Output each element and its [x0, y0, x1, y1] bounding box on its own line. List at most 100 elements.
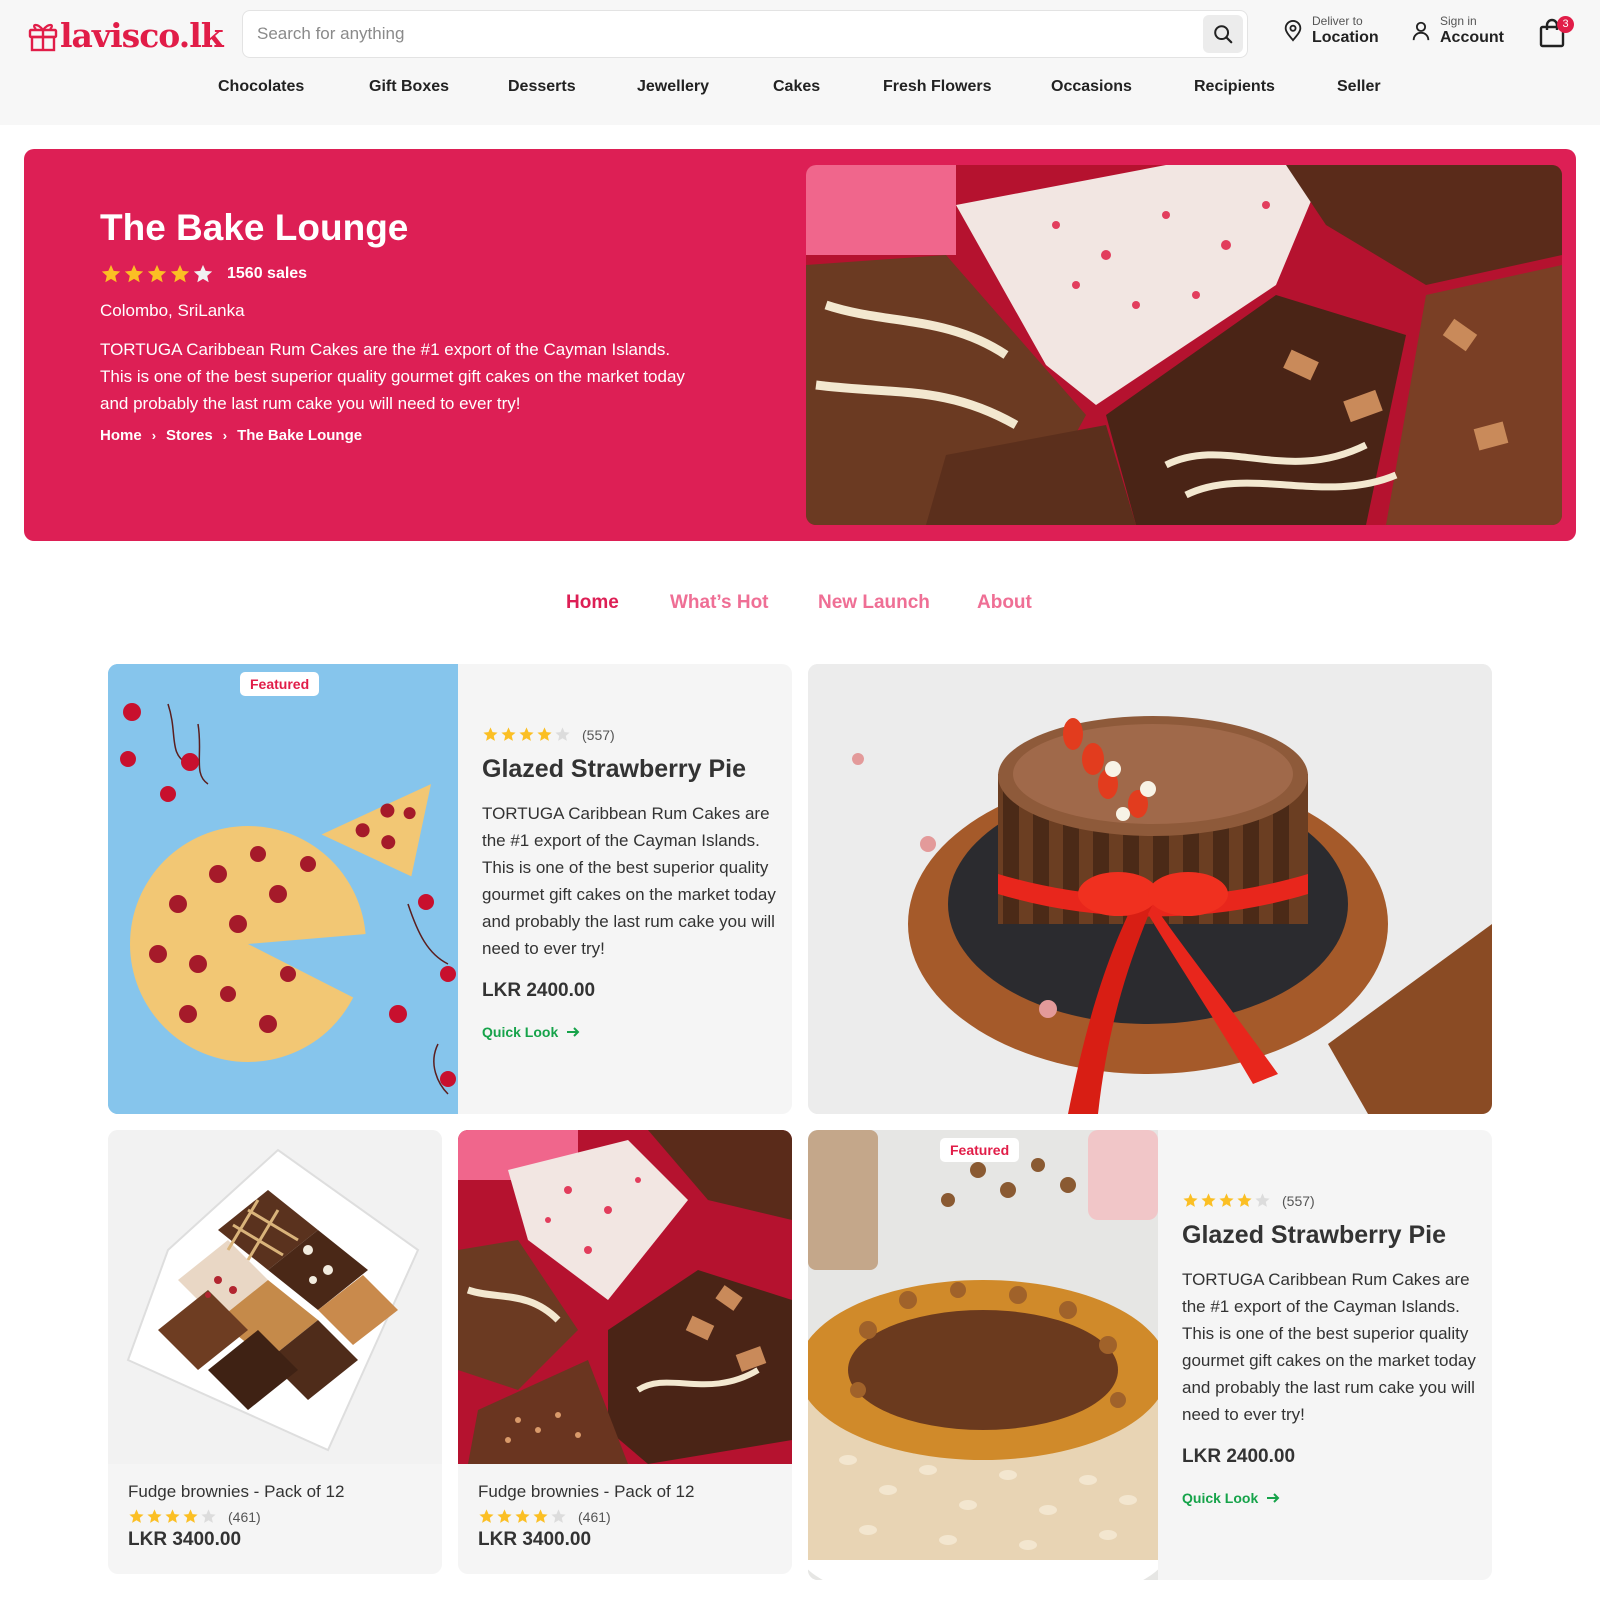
star-icon: [515, 1509, 530, 1523]
nav-item-gift-boxes[interactable]: Gift Boxes: [369, 78, 449, 96]
cart-count-badge: 3: [1557, 16, 1574, 33]
star-icon: [170, 264, 190, 283]
store-banner-image: [806, 165, 1562, 525]
nav-item-seller[interactable]: Seller: [1337, 78, 1381, 96]
search-bar: [242, 10, 1248, 58]
star-icon: [1237, 1193, 1252, 1207]
product-card[interactable]: Fudge brownies - Pack of 12 (461) LKR 34…: [458, 1130, 792, 1574]
star-icon: [483, 727, 498, 741]
gift-icon: [28, 23, 58, 51]
star-icon: [129, 1509, 144, 1523]
store-location: Colombo, SriLanka: [100, 301, 245, 320]
search-icon: [1214, 25, 1233, 44]
breadcrumb-home[interactable]: Home: [100, 427, 142, 444]
star-icon: [147, 264, 167, 283]
store-name: The Bake Lounge: [100, 207, 409, 248]
star-icon: [479, 1509, 494, 1523]
product-rating: (557): [482, 726, 782, 743]
arrow-right-icon: [567, 1027, 580, 1037]
star-icon: [1255, 1193, 1270, 1207]
signin-label: Sign in: [1440, 14, 1477, 28]
nav-item-fresh-flowers[interactable]: Fresh Flowers: [883, 78, 991, 96]
search-input[interactable]: [257, 11, 1177, 57]
product-title[interactable]: Glazed Strawberry Pie: [482, 755, 782, 784]
nav-item-recipients[interactable]: Recipients: [1194, 78, 1275, 96]
product-card[interactable]: Fudge brownies - Pack of 12 (461) LKR 34…: [108, 1130, 442, 1574]
store-rating: 1560 sales: [100, 263, 307, 285]
product-image: [808, 1130, 1158, 1580]
star-icon: [555, 727, 570, 741]
breadcrumb-stores[interactable]: Stores: [166, 427, 213, 444]
quick-look-label: Quick Look: [482, 1024, 559, 1040]
nav-item-desserts[interactable]: Desserts: [508, 78, 576, 96]
product-image-card[interactable]: [808, 664, 1492, 1114]
product-price: LKR 3400.00: [128, 1529, 242, 1550]
user-icon: [1412, 21, 1430, 41]
chevron-right-icon: ›: [222, 428, 228, 443]
search-button[interactable]: [1203, 15, 1243, 53]
product-name[interactable]: Fudge brownies - Pack of 12: [478, 1482, 778, 1502]
product-rating: (461): [478, 1508, 778, 1525]
star-icon: [519, 727, 534, 741]
star-icon: [1201, 1193, 1216, 1207]
quick-look-link[interactable]: Quick Look: [1182, 1490, 1482, 1506]
product-description: TORTUGA Caribbean Rum Cakes are the #1 e…: [1182, 1270, 1476, 1424]
review-count: (461): [228, 1508, 261, 1525]
product-rating: (461): [128, 1508, 428, 1525]
product-description: TORTUGA Caribbean Rum Cakes are the #1 e…: [482, 804, 776, 958]
product-image: [108, 664, 458, 1114]
deliver-to-value: Location: [1312, 29, 1379, 46]
featured-product-card[interactable]: Featured (557) Glazed Strawberry Pie TOR…: [808, 1130, 1492, 1580]
star-icon: [501, 727, 516, 741]
tab-about[interactable]: About: [977, 592, 1032, 614]
deliver-to-label: Deliver to: [1312, 14, 1363, 28]
tab-whats-hot[interactable]: What’s Hot: [670, 592, 769, 614]
product-info: Fudge brownies - Pack of 12 (461) LKR 34…: [478, 1482, 778, 1551]
product-price: LKR 3400.00: [478, 1529, 592, 1550]
product-info: (557) Glazed Strawberry Pie TORTUGA Cari…: [1182, 1192, 1482, 1507]
chevron-right-icon: ›: [151, 428, 157, 443]
featured-badge: Featured: [240, 672, 320, 696]
nav-item-chocolates[interactable]: Chocolates: [218, 78, 304, 96]
nav-item-jewellery[interactable]: Jewellery: [637, 78, 709, 96]
star-icon: [147, 1509, 162, 1523]
star-icon: [165, 1509, 180, 1523]
star-icon: [193, 264, 213, 283]
product-image: [108, 1130, 442, 1464]
store-sales-count: 1560 sales: [227, 265, 308, 282]
tab-home[interactable]: Home: [566, 592, 619, 614]
deliver-to-button[interactable]: Deliver to Location: [1282, 14, 1379, 48]
product-name[interactable]: Fudge brownies - Pack of 12: [128, 1482, 428, 1502]
star-icon: [201, 1509, 216, 1523]
star-icon: [533, 1509, 548, 1523]
star-icon: [183, 1509, 198, 1523]
star-icon: [551, 1509, 566, 1523]
quick-look-label: Quick Look: [1182, 1490, 1259, 1506]
star-icon: [101, 264, 121, 283]
product-rating: (557): [1182, 1192, 1482, 1209]
product-price: LKR 2400.00: [482, 980, 596, 1001]
product-image: [458, 1130, 792, 1464]
breadcrumb: Home › Stores › The Bake Lounge: [100, 427, 362, 444]
site-header: lavisco.lk Deliver to Location Sign in A…: [0, 0, 1600, 125]
product-title[interactable]: Glazed Strawberry Pie: [1182, 1221, 1482, 1250]
review-count: (461): [578, 1508, 611, 1525]
star-icon: [1219, 1193, 1234, 1207]
site-logo[interactable]: lavisco.lk: [28, 16, 224, 55]
nav-item-cakes[interactable]: Cakes: [773, 78, 820, 96]
cart-button[interactable]: 3: [1538, 16, 1574, 50]
quick-look-link[interactable]: Quick Look: [482, 1024, 782, 1040]
featured-product-card[interactable]: Featured (557) Glazed Strawberry Pie TOR…: [108, 664, 792, 1114]
product-info: Fudge brownies - Pack of 12 (461) LKR 34…: [128, 1482, 428, 1551]
nav-item-occasions[interactable]: Occasions: [1051, 78, 1132, 96]
star-icon: [497, 1509, 512, 1523]
account-button[interactable]: Sign in Account: [1410, 14, 1504, 48]
star-icon: [537, 727, 552, 741]
tab-new-launch[interactable]: New Launch: [818, 592, 930, 614]
product-info: (557) Glazed Strawberry Pie TORTUGA Cari…: [482, 726, 782, 1041]
review-count: (557): [1282, 1192, 1315, 1209]
review-count: (557): [582, 726, 615, 743]
star-icon: [124, 264, 144, 283]
product-price: LKR 2400.00: [1182, 1446, 1296, 1467]
logo-text: lavisco.lk: [60, 16, 224, 55]
